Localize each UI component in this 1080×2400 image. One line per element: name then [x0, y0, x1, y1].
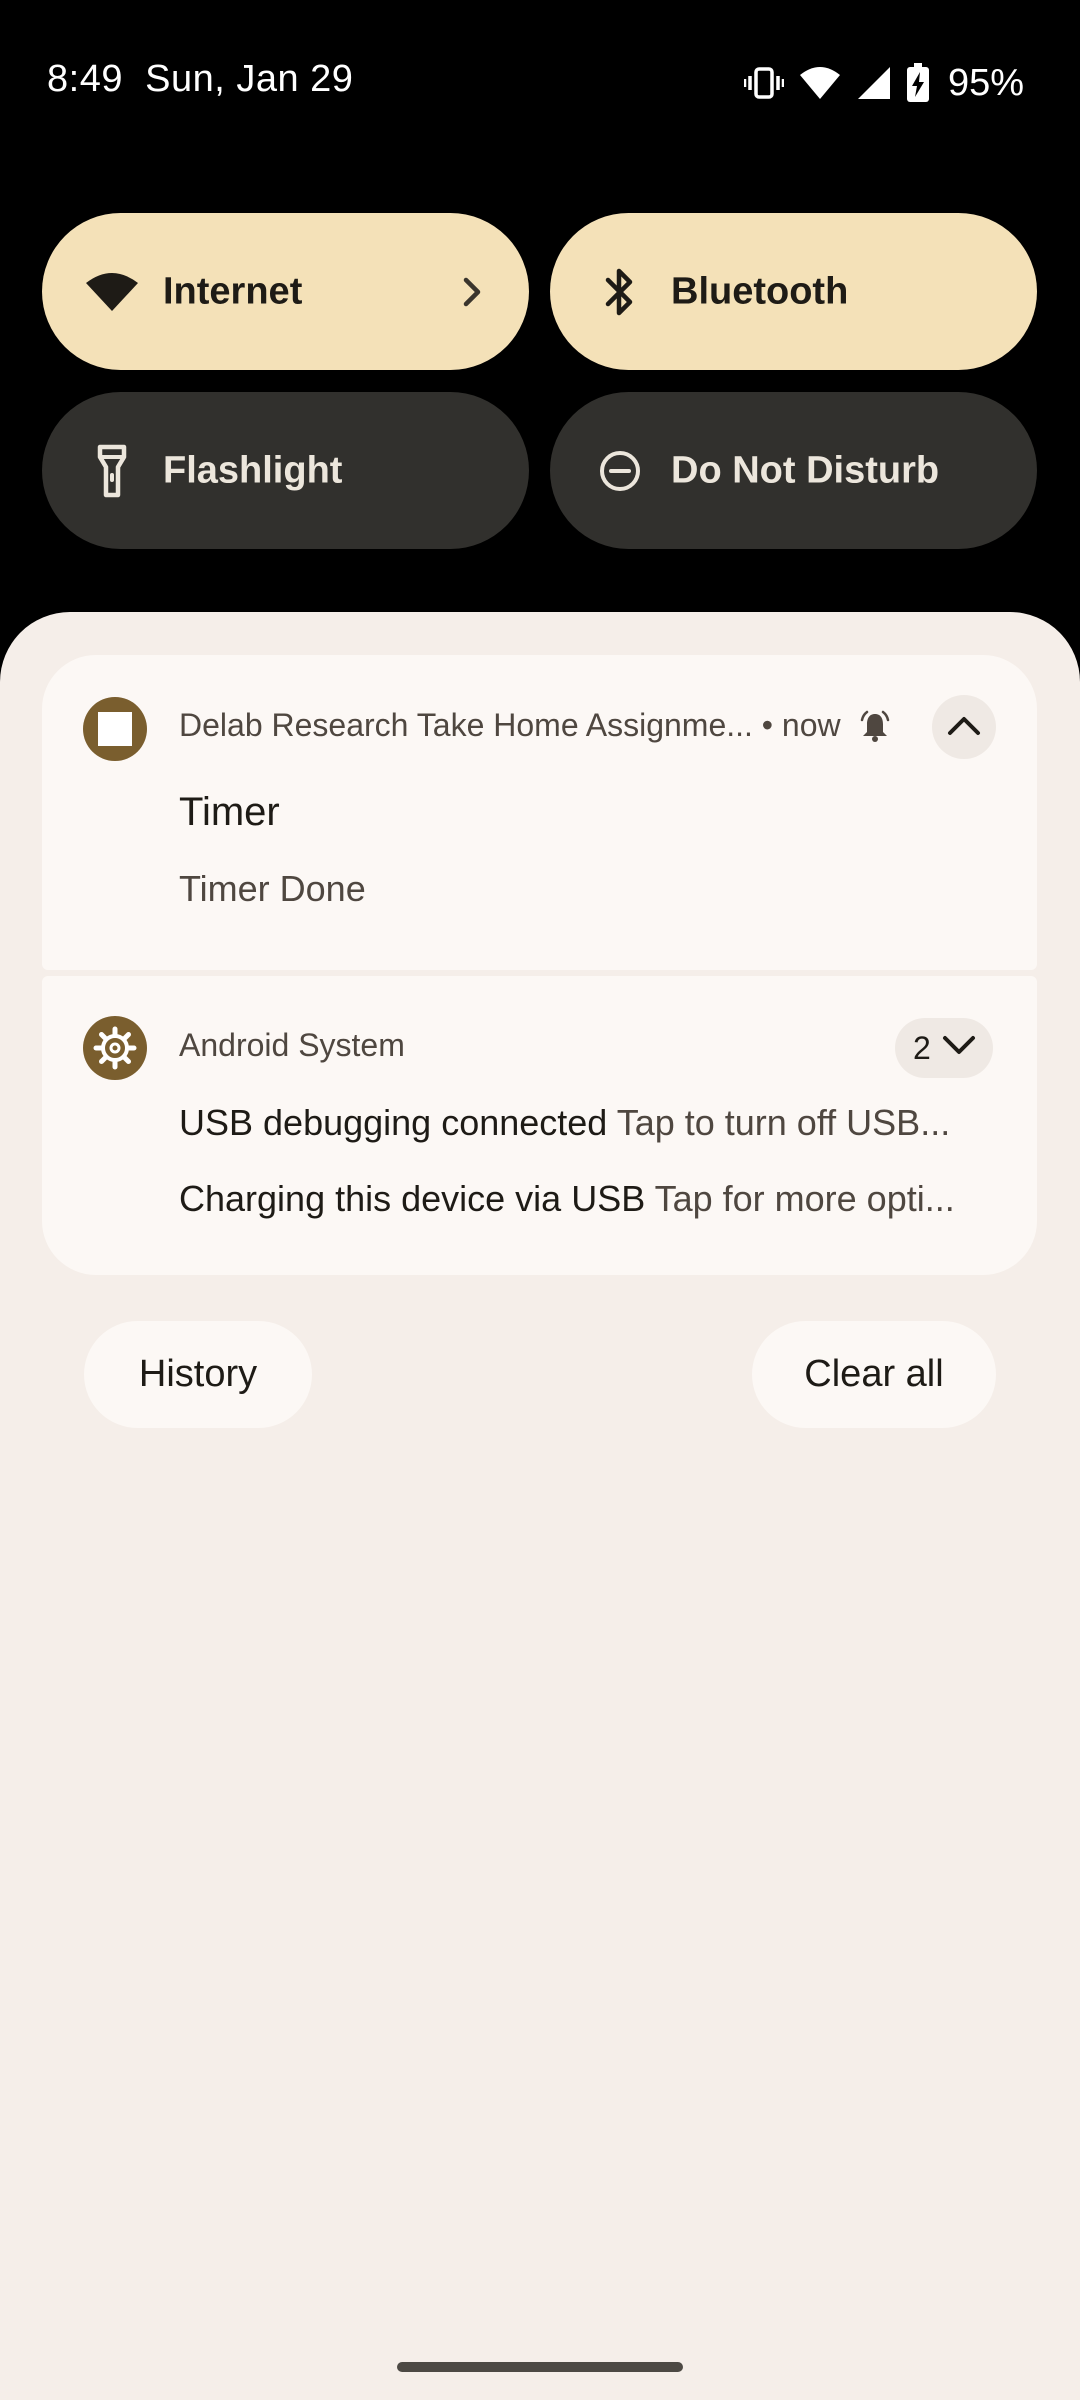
wifi-icon	[798, 65, 842, 101]
notification-count: 2	[913, 1029, 931, 1066]
do-not-disturb-icon	[590, 441, 650, 501]
notification-line-usb-debugging: USB debugging connected Tap to turn off …	[179, 1102, 1037, 1144]
expand-button[interactable]: 2	[895, 1018, 993, 1078]
chevron-up-icon	[944, 711, 984, 744]
status-date: Sun, Jan 29	[145, 58, 354, 100]
bell-alert-icon	[858, 710, 892, 749]
notification-title: Timer	[179, 790, 280, 834]
chevron-right-icon	[457, 272, 487, 312]
tile-do-not-disturb[interactable]: Do Not Disturb	[550, 392, 1037, 549]
line-title: Charging this device via USB	[179, 1178, 646, 1219]
tile-internet[interactable]: Internet	[42, 213, 529, 370]
status-time: 8:49	[47, 58, 123, 100]
tile-flashlight[interactable]: Flashlight	[42, 392, 529, 549]
notification-text: Timer Done	[179, 868, 366, 909]
notification-list: Delab Research Take Home Assignme... • n…	[42, 655, 1037, 1275]
line-title: USB debugging connected	[179, 1102, 608, 1143]
notification-timer[interactable]: Delab Research Take Home Assignme... • n…	[42, 655, 1037, 970]
wifi-icon	[82, 262, 142, 322]
status-bar-icons: 95%	[743, 58, 1024, 108]
cell-signal-icon	[856, 65, 892, 101]
collapse-button[interactable]	[932, 695, 996, 759]
status-bar-clock: 8:49 Sun, Jan 29	[47, 58, 353, 101]
settings-gear-icon	[83, 1016, 147, 1080]
notification-app-name: Delab Research Take Home Assignme...	[179, 707, 753, 743]
tile-bluetooth[interactable]: Bluetooth	[550, 213, 1037, 370]
vibrate-icon	[743, 63, 784, 103]
home-indicator[interactable]	[397, 2362, 683, 2372]
tile-flashlight-label: Flashlight	[163, 449, 343, 491]
tile-internet-label: Internet	[163, 270, 303, 312]
line-text: Tap to turn off USB...	[616, 1102, 951, 1143]
tile-do-not-disturb-label: Do Not Disturb	[671, 449, 940, 491]
header-separator: •	[761, 707, 773, 743]
notification-app-name: Android System	[179, 1027, 405, 1063]
line-text: Tap for more opti...	[654, 1178, 955, 1219]
tile-bluetooth-label: Bluetooth	[671, 270, 849, 312]
battery-percent: 95%	[947, 61, 1024, 104]
battery-charging-icon	[906, 63, 930, 103]
notification-time: now	[781, 707, 841, 743]
app-icon	[83, 697, 147, 761]
bluetooth-icon	[590, 262, 650, 322]
notification-android-system[interactable]: Android System 2 USB debugging connected…	[42, 976, 1037, 1275]
notification-line-charging: Charging this device via USB Tap for mor…	[179, 1178, 1037, 1220]
clear-all-button[interactable]: Clear all	[752, 1321, 996, 1428]
notification-header: Delab Research Take Home Assignme... • n…	[179, 707, 841, 744]
chevron-down-icon	[939, 1030, 979, 1067]
notification-shade-screen: 8:49 Sun, Jan 29 95% Internet Bluetooth …	[0, 0, 1080, 2400]
history-button[interactable]: History	[84, 1321, 312, 1428]
flashlight-icon	[82, 441, 142, 501]
